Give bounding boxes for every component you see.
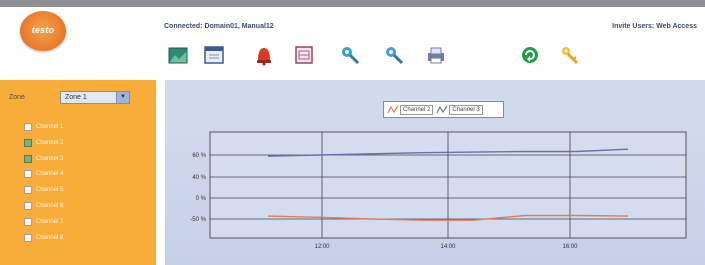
- x-tick-label: 16:00: [562, 244, 578, 250]
- chart-plot: 60 % 40 % 0 % -50 % 12:00 14:00 16:00: [190, 131, 687, 250]
- y-tick-label: 60 %: [192, 153, 206, 159]
- legend-item-channel-2[interactable]: Channel 2: [387, 104, 434, 115]
- y-tick-label: 0 %: [196, 196, 207, 202]
- x-tick-label: 14:00: [440, 244, 456, 250]
- legend-item-channel-3[interactable]: Channel 3: [436, 104, 483, 115]
- y-tick-label: 40 %: [192, 175, 206, 181]
- y-tick-label: -50 %: [190, 217, 206, 223]
- chart-legend: Channel 2 Channel 3: [383, 101, 504, 118]
- x-tick-label: 12:00: [314, 244, 330, 250]
- legend-label: Channel 2: [400, 104, 434, 115]
- legend-label: Channel 3: [449, 104, 483, 115]
